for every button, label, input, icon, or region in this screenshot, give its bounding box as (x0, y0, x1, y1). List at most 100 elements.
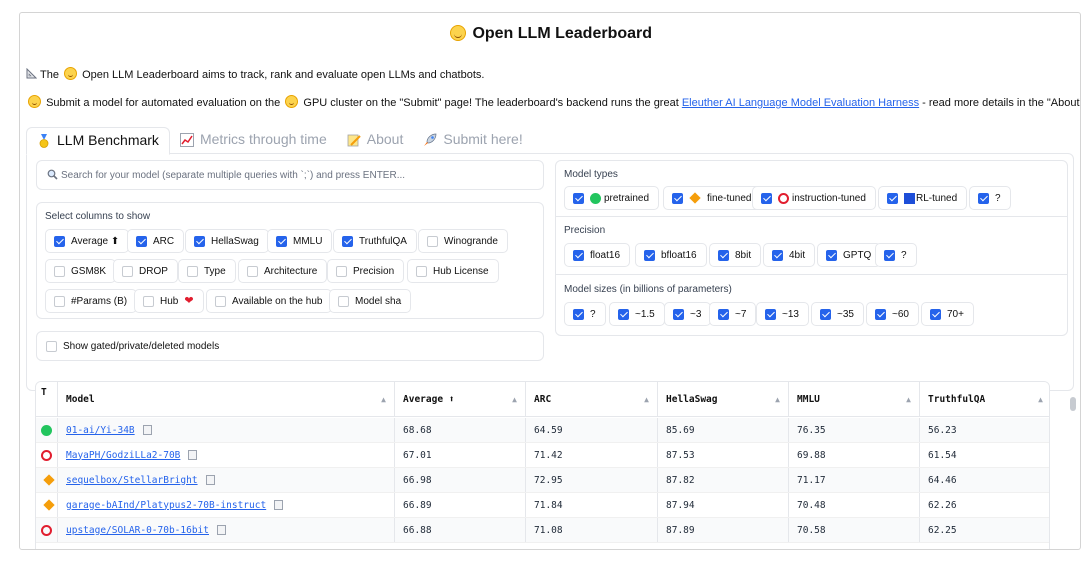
column-checkbox-drop[interactable]: DROP (113, 259, 178, 283)
checkbox[interactable] (143, 295, 154, 307)
model-type-unknown[interactable]: ? (969, 186, 1011, 210)
precision-8bit[interactable]: 8bit (709, 243, 762, 267)
checkbox[interactable] (427, 235, 438, 247)
checkbox[interactable] (618, 308, 629, 320)
column-checkbox-hellaswag[interactable]: HellaSwag (185, 229, 269, 253)
copy-icon[interactable] (205, 475, 215, 485)
checkbox[interactable] (765, 308, 776, 320)
column-checkbox-model-sha[interactable]: Model sha (329, 289, 412, 313)
search-input[interactable]: Search for your model (separate multiple… (36, 160, 544, 190)
checkbox[interactable] (884, 249, 895, 261)
gated-checkbox-row[interactable]: Show gated/private/deleted models (38, 334, 229, 358)
model-type-fine-tuned[interactable]: fine-tuned (663, 186, 762, 210)
checkbox[interactable] (46, 340, 57, 352)
sort-icon[interactable]: ▲ (775, 395, 780, 404)
checkbox[interactable] (122, 265, 133, 277)
sort-icon[interactable]: ▲ (906, 395, 911, 404)
model-link[interactable]: 01-ai/Yi-34B (66, 425, 135, 436)
size-13[interactable]: ~13 (756, 302, 809, 326)
copy-icon[interactable] (274, 500, 284, 510)
copy-icon[interactable] (142, 425, 152, 435)
checkbox[interactable] (718, 308, 729, 320)
sort-icon[interactable]: ▲ (644, 395, 649, 404)
sort-icon[interactable]: ▲ (381, 395, 386, 404)
column-checkbox-winogrande[interactable]: Winogrande (418, 229, 508, 253)
column-header-model[interactable]: Model ▲ (58, 382, 395, 416)
sort-icon[interactable]: ▲ (1038, 395, 1043, 404)
checkbox[interactable] (644, 249, 655, 261)
gated-models-toggle[interactable]: Show gated/private/deleted models (36, 331, 544, 361)
model-link[interactable]: sequelbox/StellarBright (66, 475, 198, 486)
tab-submit-here[interactable]: Submit here! (413, 127, 532, 154)
column-header-arc[interactable]: ARC ▲ (526, 382, 658, 416)
precision-4bit[interactable]: 4bit (763, 243, 816, 267)
model-link[interactable]: MayaPH/GodziLLa2-70B (66, 450, 180, 461)
model-link[interactable]: upstage/SOLAR-0-70b-16bit (66, 525, 209, 536)
checkbox[interactable] (136, 235, 147, 247)
model-type-rl-tuned[interactable]: RL-tuned (878, 186, 968, 210)
checkbox[interactable] (336, 265, 347, 277)
checkbox[interactable] (887, 192, 898, 204)
checkbox[interactable] (215, 295, 226, 307)
column-checkbox-hub-license[interactable]: Hub License (407, 259, 499, 283)
sort-icon[interactable]: ▲ (512, 395, 517, 404)
checkbox[interactable] (820, 308, 831, 320)
checkbox[interactable] (573, 249, 584, 261)
checkbox[interactable] (826, 249, 837, 261)
column-checkbox-architecture[interactable]: Architecture (238, 259, 328, 283)
column-checkbox-gsm8k[interactable]: GSM8K (45, 259, 117, 283)
checkbox[interactable] (54, 265, 65, 277)
checkbox[interactable] (187, 265, 198, 277)
column-checkbox-average[interactable]: Average ⬆ (45, 229, 130, 253)
checkbox[interactable] (772, 249, 783, 261)
column-checkbox-precision[interactable]: Precision (327, 259, 405, 283)
checkbox[interactable] (761, 192, 772, 204)
column-checkbox-type[interactable]: Type (178, 259, 236, 283)
checkbox[interactable] (672, 192, 683, 204)
column-header-truthfulqa[interactable]: TruthfulQA ▲ (920, 382, 1049, 416)
copy-icon[interactable] (217, 525, 226, 535)
checkbox[interactable] (342, 235, 353, 247)
checkbox[interactable] (416, 265, 427, 277)
column-header-type[interactable]: T (36, 382, 58, 416)
tab-metrics-through-time[interactable]: Metrics through time (170, 127, 337, 154)
tab-about[interactable]: About (337, 127, 414, 154)
model-link[interactable]: garage-bAInd/Platypus2-70B-instruct (66, 500, 266, 511)
model-type-pretrained[interactable]: pretrained (564, 186, 660, 210)
precision-float16[interactable]: float16 (564, 243, 631, 267)
column-checkbox-arc[interactable]: ARC (127, 229, 185, 253)
size-3[interactable]: ~3 (664, 302, 712, 326)
precision-gptq[interactable]: GPTQ (817, 243, 882, 267)
checkbox[interactable] (718, 249, 729, 261)
precision-bfloat16[interactable]: bfloat16 (635, 243, 707, 267)
copy-icon[interactable] (188, 450, 198, 460)
checkbox[interactable] (673, 308, 684, 320)
checkbox[interactable] (194, 235, 205, 247)
size-35[interactable]: ~35 (811, 302, 864, 326)
checkbox[interactable] (276, 235, 287, 247)
checkbox[interactable] (573, 308, 584, 320)
checkbox[interactable] (573, 192, 584, 204)
checkbox[interactable] (930, 308, 941, 320)
precision-unknown[interactable]: ? (875, 243, 917, 267)
checkbox[interactable] (338, 295, 349, 307)
table-scrollbar[interactable] (1070, 397, 1076, 411)
size-1-5[interactable]: ~1.5 (609, 302, 665, 326)
column-checkbox-params[interactable]: #Params (B) (45, 289, 138, 313)
tab-llm-benchmark[interactable]: LLM Benchmark (26, 127, 170, 155)
checkbox[interactable] (247, 265, 258, 277)
column-checkbox-mmlu[interactable]: MMLU (267, 229, 333, 253)
checkbox[interactable] (978, 192, 989, 204)
column-header-mmlu[interactable]: MMLU ▲ (789, 382, 920, 416)
column-checkbox-hub[interactable]: Hub ❤ (134, 289, 204, 313)
checkbox[interactable] (54, 295, 65, 307)
size-unknown[interactable]: ? (564, 302, 606, 326)
model-type-instruction-tuned[interactable]: instruction-tuned (752, 186, 876, 210)
eleuther-harness-link[interactable]: Eleuther AI Language Model Evaluation Ha… (682, 97, 919, 109)
checkbox[interactable] (875, 308, 886, 320)
checkbox[interactable] (54, 235, 65, 247)
column-checkbox-available-on-hub[interactable]: Available on the hub (206, 289, 333, 313)
size-60[interactable]: ~60 (866, 302, 919, 326)
column-header-average[interactable]: Average ⬆ ▲ (395, 382, 526, 416)
column-header-hellaswag[interactable]: HellaSwag ▲ (658, 382, 789, 416)
